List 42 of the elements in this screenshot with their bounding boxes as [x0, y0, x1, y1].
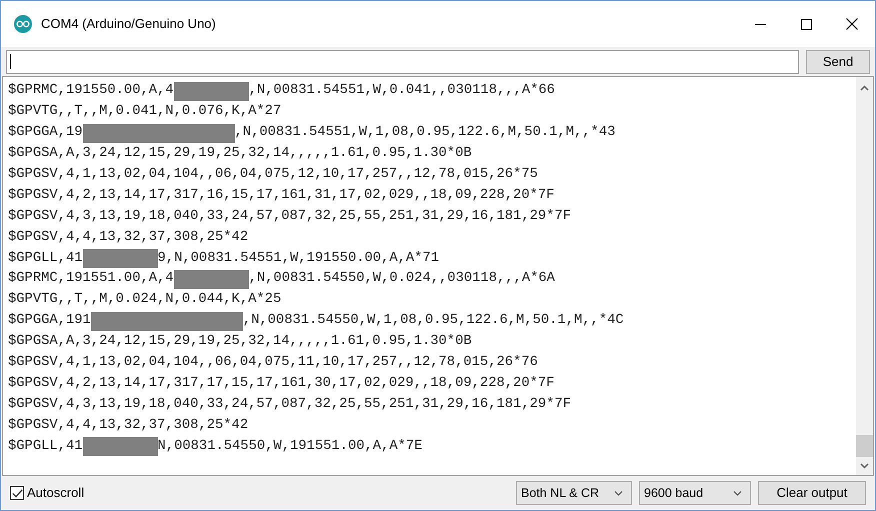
output-text: $GPGSV,4,3,13,19,18,040,33,24,57,087,32,25,55,251,31,29,16,181,29*7F: [8, 208, 572, 226]
message-input-field[interactable]: [6, 50, 799, 74]
output-text: $GPGLL,41: [8, 250, 83, 268]
output-text: $GPVTG,,T,,M,0.024,N,0.044,K,A*25: [8, 291, 282, 310]
output-text: $GPRMC,191551.00,A,4: [8, 270, 174, 288]
scroll-down-icon[interactable]: [860, 463, 869, 469]
autoscroll-checkbox[interactable]: [10, 486, 24, 500]
output-text: $GPGSV,4,4,13,32,37,308,25*42: [8, 416, 248, 435]
output-text: $GPGSV,4,3,13,19,18,040,33,24,57,087,32,25,55,251,31,29,16,181,29*7F: [8, 396, 572, 414]
send-button[interactable]: Send: [806, 50, 870, 74]
baud-rate-dropdown[interactable]: 9600 baud: [639, 481, 751, 505]
output-text: ,N,00831.54551,W,0.041,,030118,,,A*66: [248, 82, 555, 100]
autoscroll-label[interactable]: Autoscroll: [27, 483, 84, 503]
output-text: ,N,00831.54550,W,1,08,0.95,122.6,M,50.1,M,,*4C: [242, 312, 624, 330]
maximize-icon: [800, 18, 812, 30]
line-ending-dropdown[interactable]: Both NL & CR: [516, 481, 632, 505]
output-text: $GPGSV,4,2,13,14,17,317,16,15,17,161,31,17,02,029,,18,09,228,20*7F: [8, 186, 554, 205]
output-text: N,00831.54550,W,191551.00,A,A*7E: [158, 438, 422, 456]
window-title: COM4 (Arduino/Genuino Uno): [41, 15, 216, 34]
output-text: ,N,00831.54550,W,0.024,,030118,,,A*6A: [248, 270, 555, 288]
output-text: 9,N,00831.54551,W,191550.00,A,A*71: [158, 250, 440, 268]
output-text: ,N,00831.54551,W,1,08,0.95,122.6,M,50.1,M,,*43: [234, 124, 616, 142]
output-text: $GPGSA,A,3,24,12,15,29,19,25,32,14,,,,,1.61,0.95,1.30*0B: [8, 333, 472, 352]
output-text: $GPGSV,4,2,13,14,17,317,17,15,17,161,30,17,02,029,,18,09,228,20*7F: [8, 374, 554, 393]
output-text: $GPGSV,4,4,13,32,37,308,25*42: [8, 228, 248, 247]
checkmark-icon: [12, 488, 22, 498]
arduino-logo-icon: [13, 14, 33, 34]
output-text: $GPGLL,41: [8, 438, 83, 456]
clear-output-button[interactable]: Clear output: [758, 481, 866, 505]
caret-icon: [733, 490, 742, 496]
output-text: $GPGGA,19: [8, 124, 83, 142]
caret-icon: [614, 490, 623, 496]
output-text: $GPVTG,,T,,M,0.041,N,0.076,K,A*27: [8, 103, 282, 122]
output-text: $GPGSA,A,3,24,12,15,29,19,25,32,14,,,,,1.61,0.95,1.30*0B: [8, 145, 472, 164]
output-text: $GPGSV,4,1,13,02,04,104,,06,04,075,12,10,17,257,,12,78,015,26*75: [8, 166, 538, 184]
scrollbar[interactable]: [856, 77, 873, 475]
scroll-up-icon[interactable]: [860, 85, 869, 91]
close-icon: [846, 18, 858, 30]
output-text: $GPGGA,191: [8, 312, 91, 330]
scrollbar-thumb[interactable]: [856, 435, 873, 457]
output-text: $GPGSV,4,1,13,02,04,104,,06,04,075,11,10,17,257,,12,78,015,26*76: [8, 354, 538, 372]
output-text: $GPRMC,191550.00,A,4: [8, 82, 174, 100]
